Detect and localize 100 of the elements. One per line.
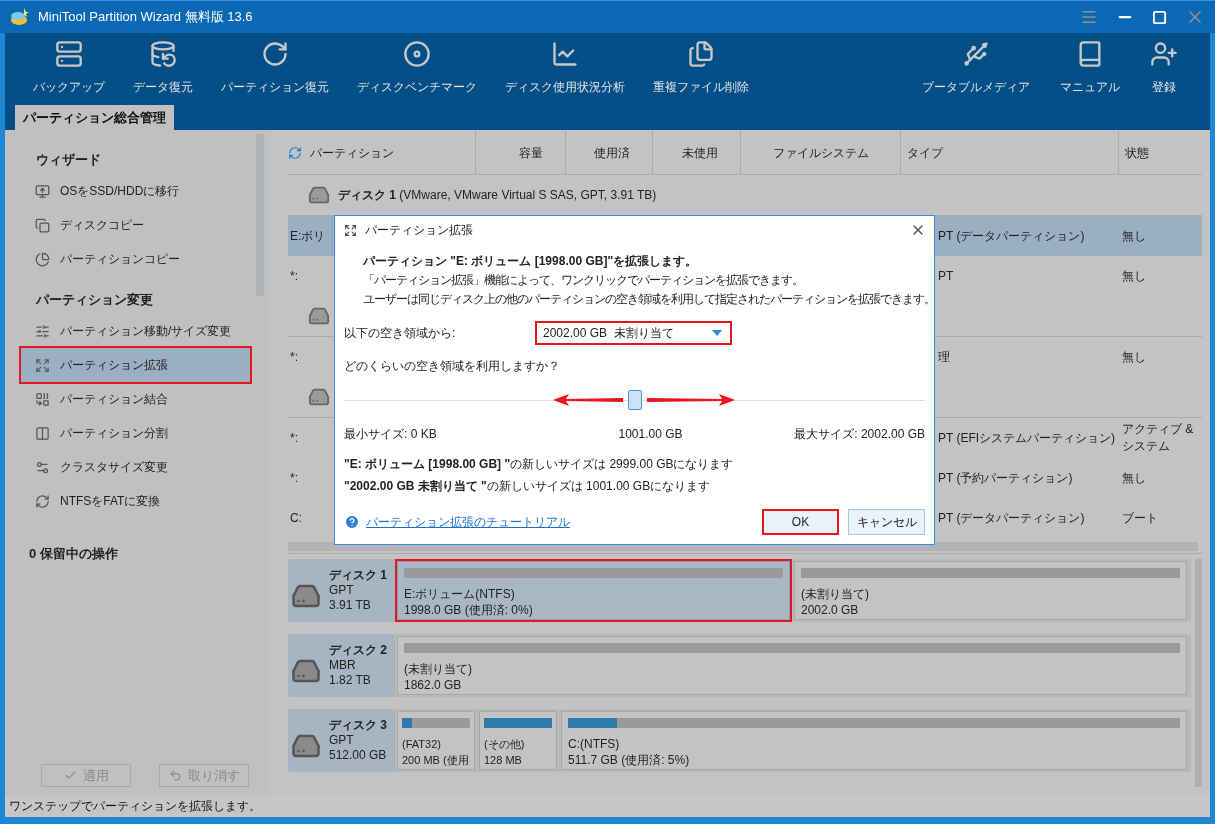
partition-label: (その他) [484,737,525,752]
column-header: タイプ [907,144,943,162]
expand-icon [35,357,50,373]
help-icon [344,514,360,530]
toolbar-button[interactable]: バックアップ [21,33,117,103]
table-cell-text: 無し [1121,267,1146,285]
slider-track[interactable] [344,389,925,413]
dialog-title: パーティション拡張 [365,222,473,239]
partition-size: 511.7 GB (使用済: 5%) [568,752,690,768]
disk-name: ディスク 2 [329,643,387,658]
table-cell-text: 無し [1121,227,1146,245]
caret-icon [712,330,722,336]
files-icon [687,40,715,68]
table-cell-text: PT (データパーティション) [938,228,1085,245]
toolbar-button[interactable]: ブータブルメディア [910,33,1042,103]
toolbar-button[interactable]: マニュアル [1048,33,1132,103]
sidebar-item[interactable]: パーティションコピー [21,242,250,276]
sidebar-item[interactable]: ディスクコピー [21,208,250,242]
partition-label: E:ボリューム(NTFS) [404,587,515,602]
sidebar-item[interactable]: OSをSSD/HDDに移行 [21,174,250,208]
right-arrow-icon [646,394,735,406]
disk-name: ディスク 3 [329,718,387,733]
partition-label: C:(NTFS) [568,737,620,752]
menu-icon[interactable] [1080,8,1098,26]
section-title: パーティション変更 [34,291,154,309]
undo-icon [168,769,182,782]
partition-size: 1862.0 GB [404,677,462,693]
disk-size: 3.91 TB [329,598,372,613]
sidebar-item[interactable]: パーティション拡張 [21,348,250,382]
disk-card[interactable]: ディスク 2 MBR 1.82 TB [288,634,395,697]
field-label: 以下の空き領域から: [344,325,457,342]
table-cell-text: PT (予約パーティション) [938,470,1073,487]
expand-icon [344,223,357,237]
result-text: "E: ボリューム [1998.00 GB] "の新しいサイズは 2999.00 GBになります [344,456,735,473]
toolbar-button[interactable]: ディスク使用状況分析 [493,33,637,103]
column-header: パーティション [310,144,394,162]
partition-block[interactable]: (未割り当て) 1862.0 GB [397,636,1187,695]
database-icon [149,40,177,68]
space-dropdown[interactable]: 2002.00 GB 未割り当て [535,321,732,345]
column-header: ファイルシステム [772,144,869,162]
sliders-icon [35,323,50,339]
disk-label: ディスク 1 (VMware, VMware Virtual S SAS, GPT, 3.91 TB) [338,187,657,204]
disk-name: ディスク 1 [329,568,387,583]
user-plus-icon [1150,40,1178,68]
check-icon [63,769,77,782]
left-arrow-icon [552,394,623,406]
refresh-icon [35,493,50,509]
dialog-button[interactable]: OK [762,509,839,535]
table-cell-text: ブート [1121,509,1158,527]
table-cell-text: *: [289,349,298,366]
question-text: どのくらいの空き領域を利用しますか？ [343,358,561,375]
sidebar-item[interactable]: パーティション結合 [21,382,250,416]
dialog-button[interactable]: キャンセル [848,509,925,535]
partition-size: 1998.0 GB (使用済: 0%) [404,602,533,618]
min-size-text: 最小サイズ: 0 KB [344,426,437,443]
column-header: 容量 [519,144,543,162]
maximize-icon[interactable] [1152,9,1167,25]
disk-scheme: MBR [329,658,357,673]
combine-icon [35,391,50,407]
sidebar-item[interactable]: クラスタサイズ変更 [21,450,250,484]
table-cell-text: E:ボリ [289,228,326,245]
partition-block[interactable]: (FAT32) 200 MB (使用 [397,711,475,770]
toolbar-button[interactable]: データ復元 [121,33,205,103]
copy-icon [35,217,50,233]
partition-label: (未割り当て) [801,587,869,602]
table-cell-text: PT (データパーティション) [938,510,1085,527]
window-title: MiniTool Partition Wizard 無料版 13.6 [38,8,253,27]
toolbar-button[interactable]: 重複ファイル削除 [641,33,761,103]
partition-block[interactable]: (未割り当て) 2002.0 GB [794,561,1187,620]
description-text: 「パーティション拡張」機能によって、ワンクリックでパーティションを拡張できます。 [363,272,803,289]
pending-operations: 0 保留中の操作 [28,545,119,563]
table-cell-text: アクティブ & システム [1121,421,1195,455]
disk-card[interactable]: ディスク 3 GPT 512.00 GB [288,709,395,772]
refresh-icon[interactable] [288,145,302,160]
partition-block[interactable]: C:(NTFS) 511.7 GB (使用済: 5%) [561,711,1187,770]
settings-icon [35,459,50,475]
table-cell-text: 理 [938,349,950,366]
tutorial-link[interactable]: パーティション拡張のチュートリアル [366,513,570,531]
sidebar-item[interactable]: パーティション分割 [21,416,250,450]
toolbar-button[interactable]: パーティション復元 [209,33,341,103]
app-logo-icon [10,7,30,27]
partition-block[interactable]: E:ボリューム(NTFS) 1998.0 GB (使用済: 0%) [397,561,790,620]
partition-label: (未割り当て) [404,662,472,677]
partition-size: 200 MB (使用 [402,753,469,768]
sidebar-item[interactable]: パーティション移動/サイズ変更 [21,314,250,348]
table-cell-text: PT [938,268,954,285]
table-cell-text: 無し [1121,469,1146,487]
monitor-icon [35,183,50,199]
partition-size: 2002.0 GB [801,602,859,618]
description-text: ユーザーは同じディスク上の他のパーティションの空き領域を利用して指定されたパーティションを拡張できます。 [363,291,935,308]
new-size-text: 1001.00 GB [618,426,683,443]
toolbar-button[interactable]: 登録 [1138,33,1190,103]
disk-card[interactable]: ディスク 1 GPT 3.91 TB [288,559,395,622]
sidebar-item[interactable]: NTFSをFATに変換 [21,484,250,518]
partition-block[interactable]: (その他) 128 MB [479,711,557,770]
disk-scheme: GPT [329,733,355,748]
column-header: 状態 [1125,144,1149,162]
tab[interactable]: パーティション総合管理 [15,105,174,130]
toolbar-button[interactable]: ディスクベンチマーク [345,33,489,103]
disk-size: 512.00 GB [329,748,387,763]
